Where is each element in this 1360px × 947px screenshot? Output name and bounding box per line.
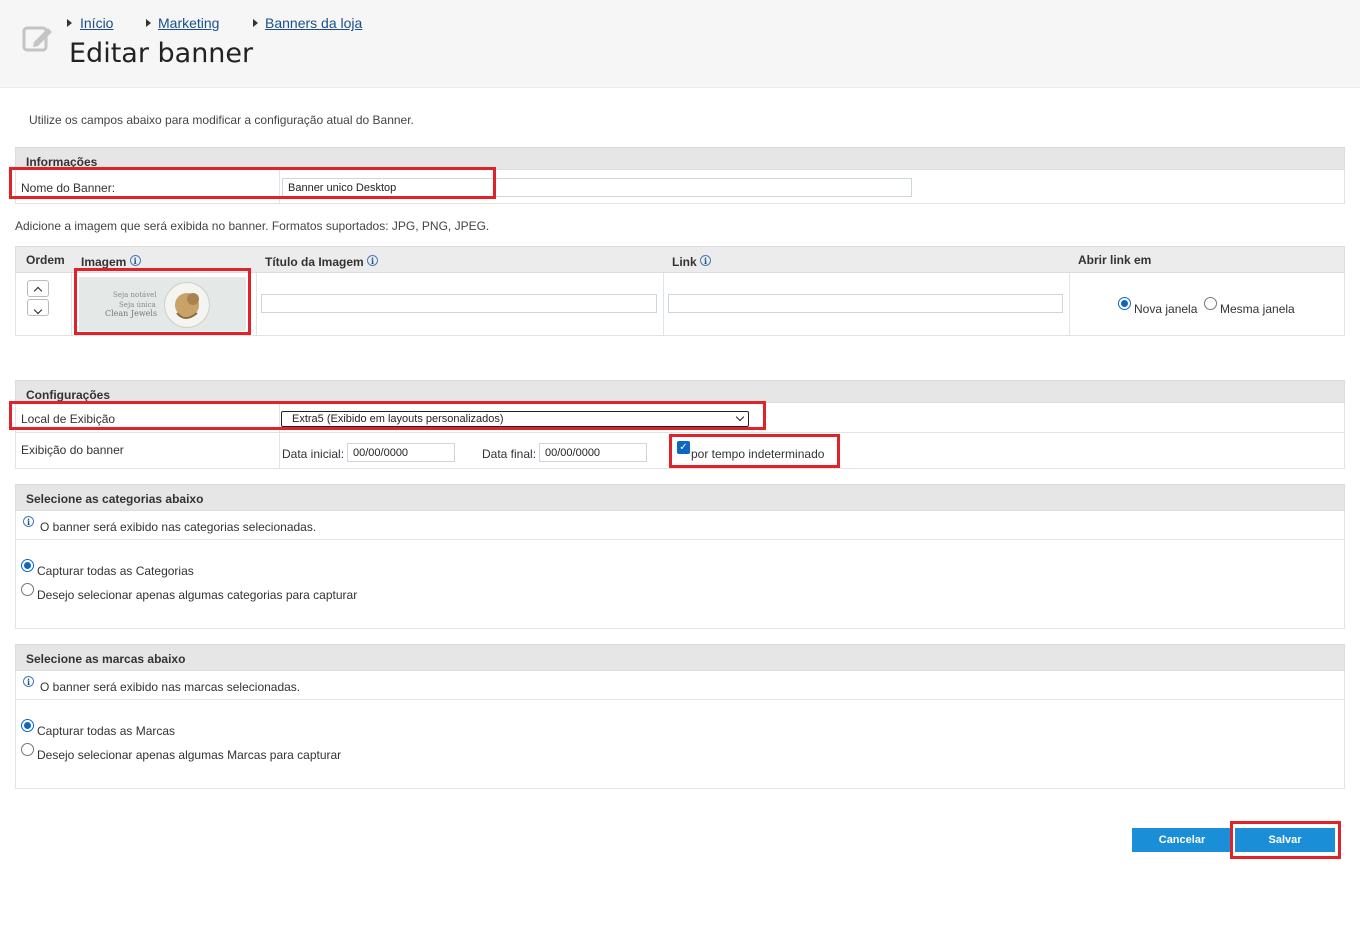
breadcrumb-banners[interactable]: Banners da loja xyxy=(265,15,362,31)
col-title: Título da Imagem i xyxy=(265,255,379,269)
breadcrumb-arrow-icon xyxy=(146,19,151,27)
divider xyxy=(663,273,664,335)
highlight-box xyxy=(1230,821,1341,859)
info-icon: i xyxy=(367,255,379,266)
start-date-label: Data inicial: xyxy=(282,447,345,461)
end-date-label: Data final: xyxy=(482,447,537,461)
brands-section-title: Selecione as marcas abaixo xyxy=(15,644,1345,671)
open-new-window-radio[interactable] xyxy=(1118,297,1131,310)
display-label: Exibição do banner xyxy=(21,443,124,457)
col-image: Imagem i xyxy=(81,255,141,269)
image-link-input[interactable] xyxy=(668,294,1063,313)
page-title: Editar banner xyxy=(69,38,254,69)
col-open: Abrir link em xyxy=(1078,253,1152,267)
highlight-box xyxy=(9,167,496,199)
brands-some-label: Desejo selecionar apenas algumas Marcas … xyxy=(37,748,342,762)
info-icon: i xyxy=(129,255,141,266)
categories-all-label: Capturar todas as Categorias xyxy=(37,564,194,578)
start-date-input[interactable] xyxy=(347,443,455,462)
move-up-button[interactable] xyxy=(27,280,49,297)
col-order: Ordem xyxy=(26,253,65,267)
chevron-up-icon xyxy=(33,286,43,296)
highlight-box xyxy=(9,401,766,430)
open-same-window-label: Mesma janela xyxy=(1220,302,1295,316)
breadcrumb-arrow-icon xyxy=(253,19,258,27)
end-date-input[interactable] xyxy=(539,443,647,462)
edit-icon xyxy=(22,22,54,54)
divider xyxy=(16,539,1344,540)
col-link: Link i xyxy=(672,255,712,269)
breadcrumb-arrow-icon xyxy=(67,19,72,27)
brands-info: O banner será exibido nas marcas selecio… xyxy=(40,680,301,694)
col-title-label: Título da Imagem xyxy=(265,255,364,269)
categories-some-label: Desejo selecionar apenas algumas categor… xyxy=(37,588,358,602)
info-icon: i xyxy=(700,255,712,266)
open-same-window-radio[interactable] xyxy=(1204,297,1217,310)
divider xyxy=(1069,273,1070,335)
categories-some-radio[interactable] xyxy=(21,583,34,596)
col-link-label: Link xyxy=(672,255,697,269)
intro-text: Utilize os campos abaixo para modificar … xyxy=(29,113,414,127)
info-icon: i xyxy=(23,516,34,527)
breadcrumb-marketing[interactable]: Marketing xyxy=(158,15,219,31)
open-new-window-label: Nova janela xyxy=(1134,302,1198,316)
info-icon: i xyxy=(23,676,34,687)
divider xyxy=(279,433,280,468)
categories-all-radio[interactable] xyxy=(21,559,34,572)
image-title-input[interactable] xyxy=(261,294,657,313)
categories-section-title: Selecione as categorias abaixo xyxy=(15,484,1345,511)
image-hint: Adicione a imagem que será exibida no ba… xyxy=(15,219,490,233)
categories-info: O banner será exibido nas categorias sel… xyxy=(40,520,317,534)
chevron-down-icon xyxy=(33,305,43,315)
highlight-box xyxy=(74,268,251,335)
config-section-title: Configurações xyxy=(15,380,1345,403)
divider xyxy=(16,699,1344,700)
breadcrumb-home[interactable]: Início xyxy=(80,15,113,31)
move-down-button[interactable] xyxy=(27,299,49,316)
col-image-label: Imagem xyxy=(81,255,127,269)
divider xyxy=(256,273,257,335)
cancel-button[interactable]: Cancelar xyxy=(1132,828,1232,852)
brands-all-radio[interactable] xyxy=(21,719,34,732)
divider xyxy=(71,273,72,335)
brands-some-radio[interactable] xyxy=(21,743,34,756)
highlight-box xyxy=(669,434,840,468)
brands-all-label: Capturar todas as Marcas xyxy=(37,724,176,738)
